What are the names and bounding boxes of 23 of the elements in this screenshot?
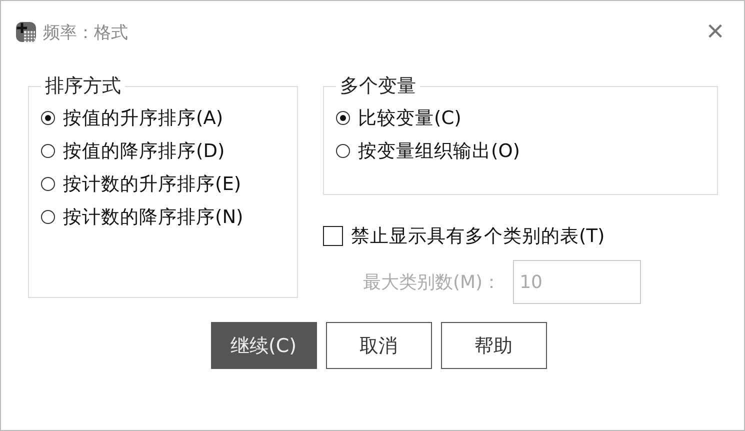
- group-title: 多个变量: [339, 74, 417, 99]
- field-label: 最大类别数(M)：: [363, 271, 501, 294]
- radio-label: 按值的升序排序(A): [63, 107, 224, 130]
- radio-label: 按计数的升序排序(E): [63, 173, 242, 196]
- window-title: 频率：格式: [43, 22, 129, 44]
- radio-label: 按变量组织输出(O): [358, 140, 520, 163]
- close-button[interactable]: ×: [700, 15, 730, 49]
- radio-label: 按值的降序排序(D): [63, 140, 225, 163]
- radio-button[interactable]: [41, 210, 55, 224]
- radio-button[interactable]: [41, 110, 55, 124]
- radio-label: 比较变量(C): [358, 107, 462, 130]
- table-icon: [15, 21, 37, 43]
- radio-label: 按计数的降序排序(N): [63, 206, 244, 229]
- radio-button[interactable]: [336, 110, 350, 124]
- dialog-button[interactable]: 继续(C): [210, 322, 316, 369]
- checkbox[interactable]: [323, 226, 343, 246]
- dialog-button[interactable]: 取消: [326, 322, 432, 369]
- radio-button[interactable]: [41, 144, 55, 158]
- radio-button[interactable]: [336, 144, 350, 158]
- checkbox-label: 禁止显示具有多个类别的表(T): [351, 225, 605, 248]
- dialog-button[interactable]: 帮助: [440, 322, 546, 369]
- group-title: 排序方式: [44, 74, 122, 99]
- radio-button[interactable]: [41, 176, 55, 190]
